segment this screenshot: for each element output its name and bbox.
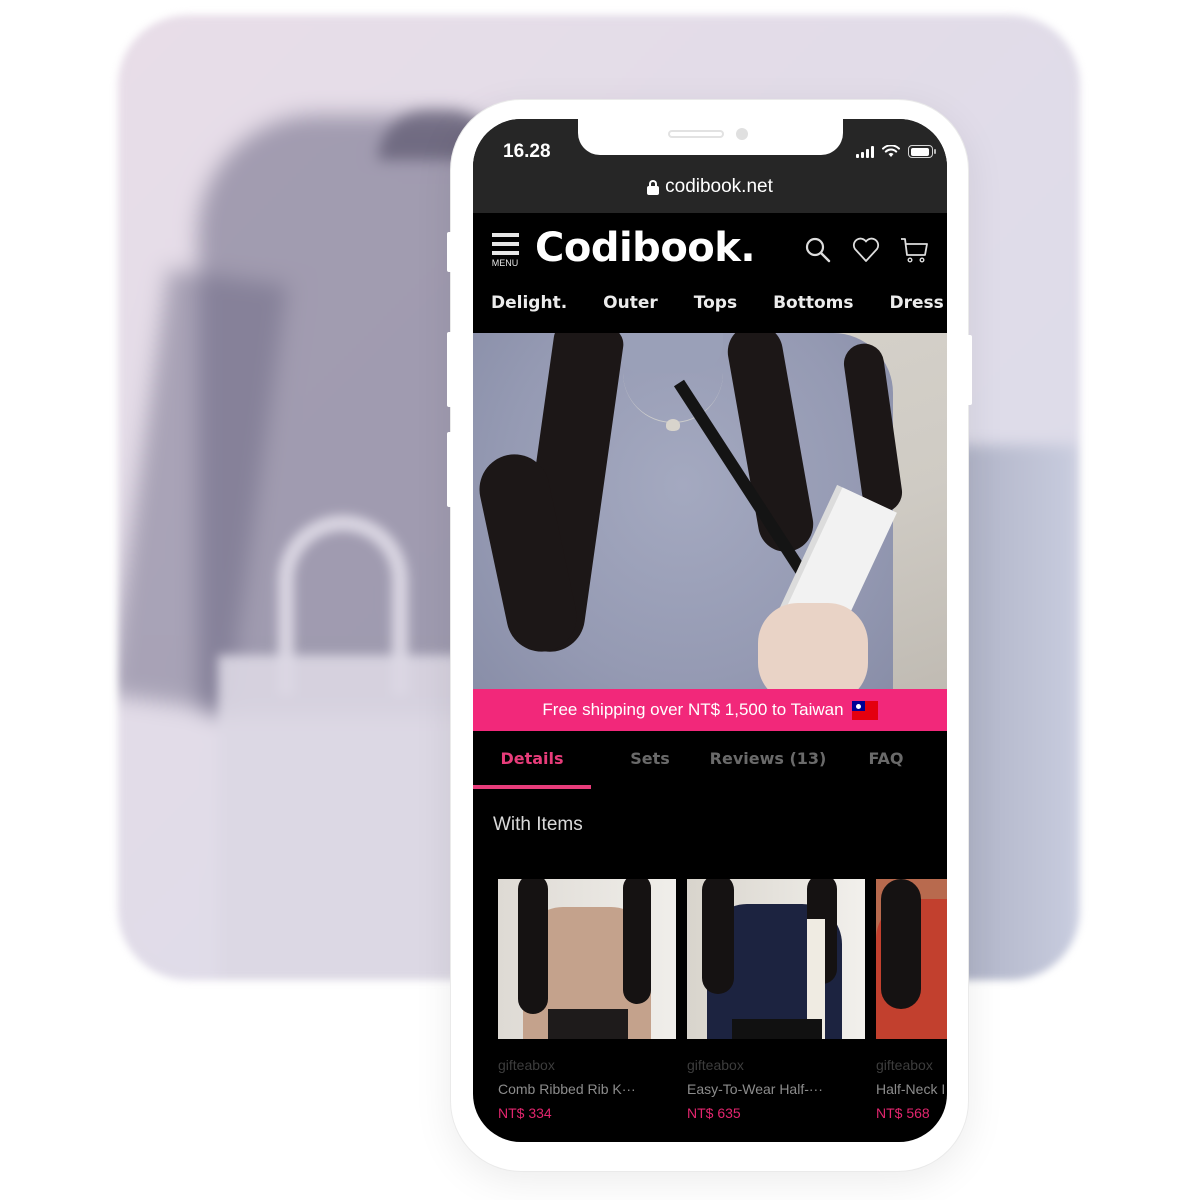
notch <box>578 119 843 155</box>
power-button <box>964 335 972 405</box>
menu-label: MENU <box>491 258 519 268</box>
product-name[interactable]: Comb Ribbed Rib K··· <box>498 1081 676 1097</box>
product-name[interactable]: Easy-To-Wear Half-··· <box>687 1081 865 1097</box>
lock-icon <box>647 179 660 195</box>
site-header: MENU Codibook. Delight. Outer Tops Botto… <box>473 213 947 333</box>
hamburger-icon <box>489 233 521 255</box>
section-title: With Items <box>493 814 583 835</box>
product-name[interactable]: Half-Neck I <box>876 1081 947 1097</box>
nav-item-bottoms[interactable]: Bottoms <box>773 293 853 313</box>
tab-sets[interactable]: Sets <box>591 731 709 789</box>
phone-screen: 16.28 codibook.net MENU Codibook. Deligh… <box>473 119 947 1142</box>
tab-reviews[interactable]: Reviews (13) <box>709 731 827 789</box>
status-bar: 16.28 codibook.net <box>473 119 947 213</box>
product-list: gifteabox Comb Ribbed Rib K··· NT$ 334 g… <box>498 879 947 1121</box>
phone-frame: 16.28 codibook.net MENU Codibook. Deligh… <box>447 100 972 1171</box>
product-card[interactable]: gifteabox Comb Ribbed Rib K··· NT$ 334 <box>498 879 676 1121</box>
heart-icon[interactable] <box>851 235 881 265</box>
url-text: codibook.net <box>665 176 773 197</box>
mute-switch <box>447 232 455 272</box>
wifi-icon <box>882 145 900 157</box>
promo-banner: Free shipping over NT$ 1,500 to Taiwan <box>473 689 947 731</box>
header-actions <box>803 235 929 265</box>
heart-pendant <box>666 419 680 431</box>
product-price: NT$ 635 <box>687 1105 741 1121</box>
camera-icon <box>736 128 748 140</box>
hero-hand <box>758 603 868 689</box>
battery-icon <box>908 145 936 158</box>
product-seller: gifteabox <box>498 1057 555 1073</box>
nav-item-outer[interactable]: Outer <box>603 293 658 313</box>
nav-item-delight[interactable]: Delight. <box>491 293 567 313</box>
battery-level <box>910 147 929 156</box>
site-logo[interactable]: Codibook. <box>535 225 756 271</box>
search-icon[interactable] <box>803 235 833 265</box>
product-seller: gifteabox <box>876 1057 933 1073</box>
status-icons <box>856 145 936 158</box>
nav-item-tops[interactable]: Tops <box>694 293 737 313</box>
product-seller: gifteabox <box>687 1057 744 1073</box>
menu-button[interactable]: MENU <box>489 233 521 268</box>
product-price: NT$ 568 <box>876 1105 930 1121</box>
promo-text: Free shipping over NT$ 1,500 to Taiwan <box>542 700 844 719</box>
nav-item-dress[interactable]: Dress <box>889 293 943 313</box>
product-image[interactable] <box>687 879 865 1039</box>
tab-faq[interactable]: FAQ <box>827 731 945 789</box>
product-image[interactable] <box>876 879 947 1039</box>
address-bar[interactable]: codibook.net <box>473 176 947 198</box>
tab-details[interactable]: Details <box>473 731 591 789</box>
product-price: NT$ 334 <box>498 1105 552 1121</box>
volume-up-button <box>447 332 455 407</box>
product-image[interactable] <box>498 879 676 1039</box>
speaker-icon <box>668 130 724 138</box>
hero-image <box>473 333 947 689</box>
volume-down-button <box>447 432 455 507</box>
cart-icon[interactable] <box>899 235 929 265</box>
background-tote-bag <box>218 655 468 980</box>
taiwan-flag-icon <box>851 700 878 720</box>
status-time: 16.28 <box>503 141 551 162</box>
signal-icon <box>856 145 874 158</box>
product-tabs: Details Sets Reviews (13) FAQ <box>473 731 947 789</box>
category-nav: Delight. Outer Tops Bottoms Dress Sh <box>491 293 947 313</box>
product-card[interactable]: gifteabox Easy-To-Wear Half-··· NT$ 635 <box>687 879 865 1121</box>
product-card[interactable]: gifteabox Half-Neck I NT$ 568 <box>876 879 947 1121</box>
